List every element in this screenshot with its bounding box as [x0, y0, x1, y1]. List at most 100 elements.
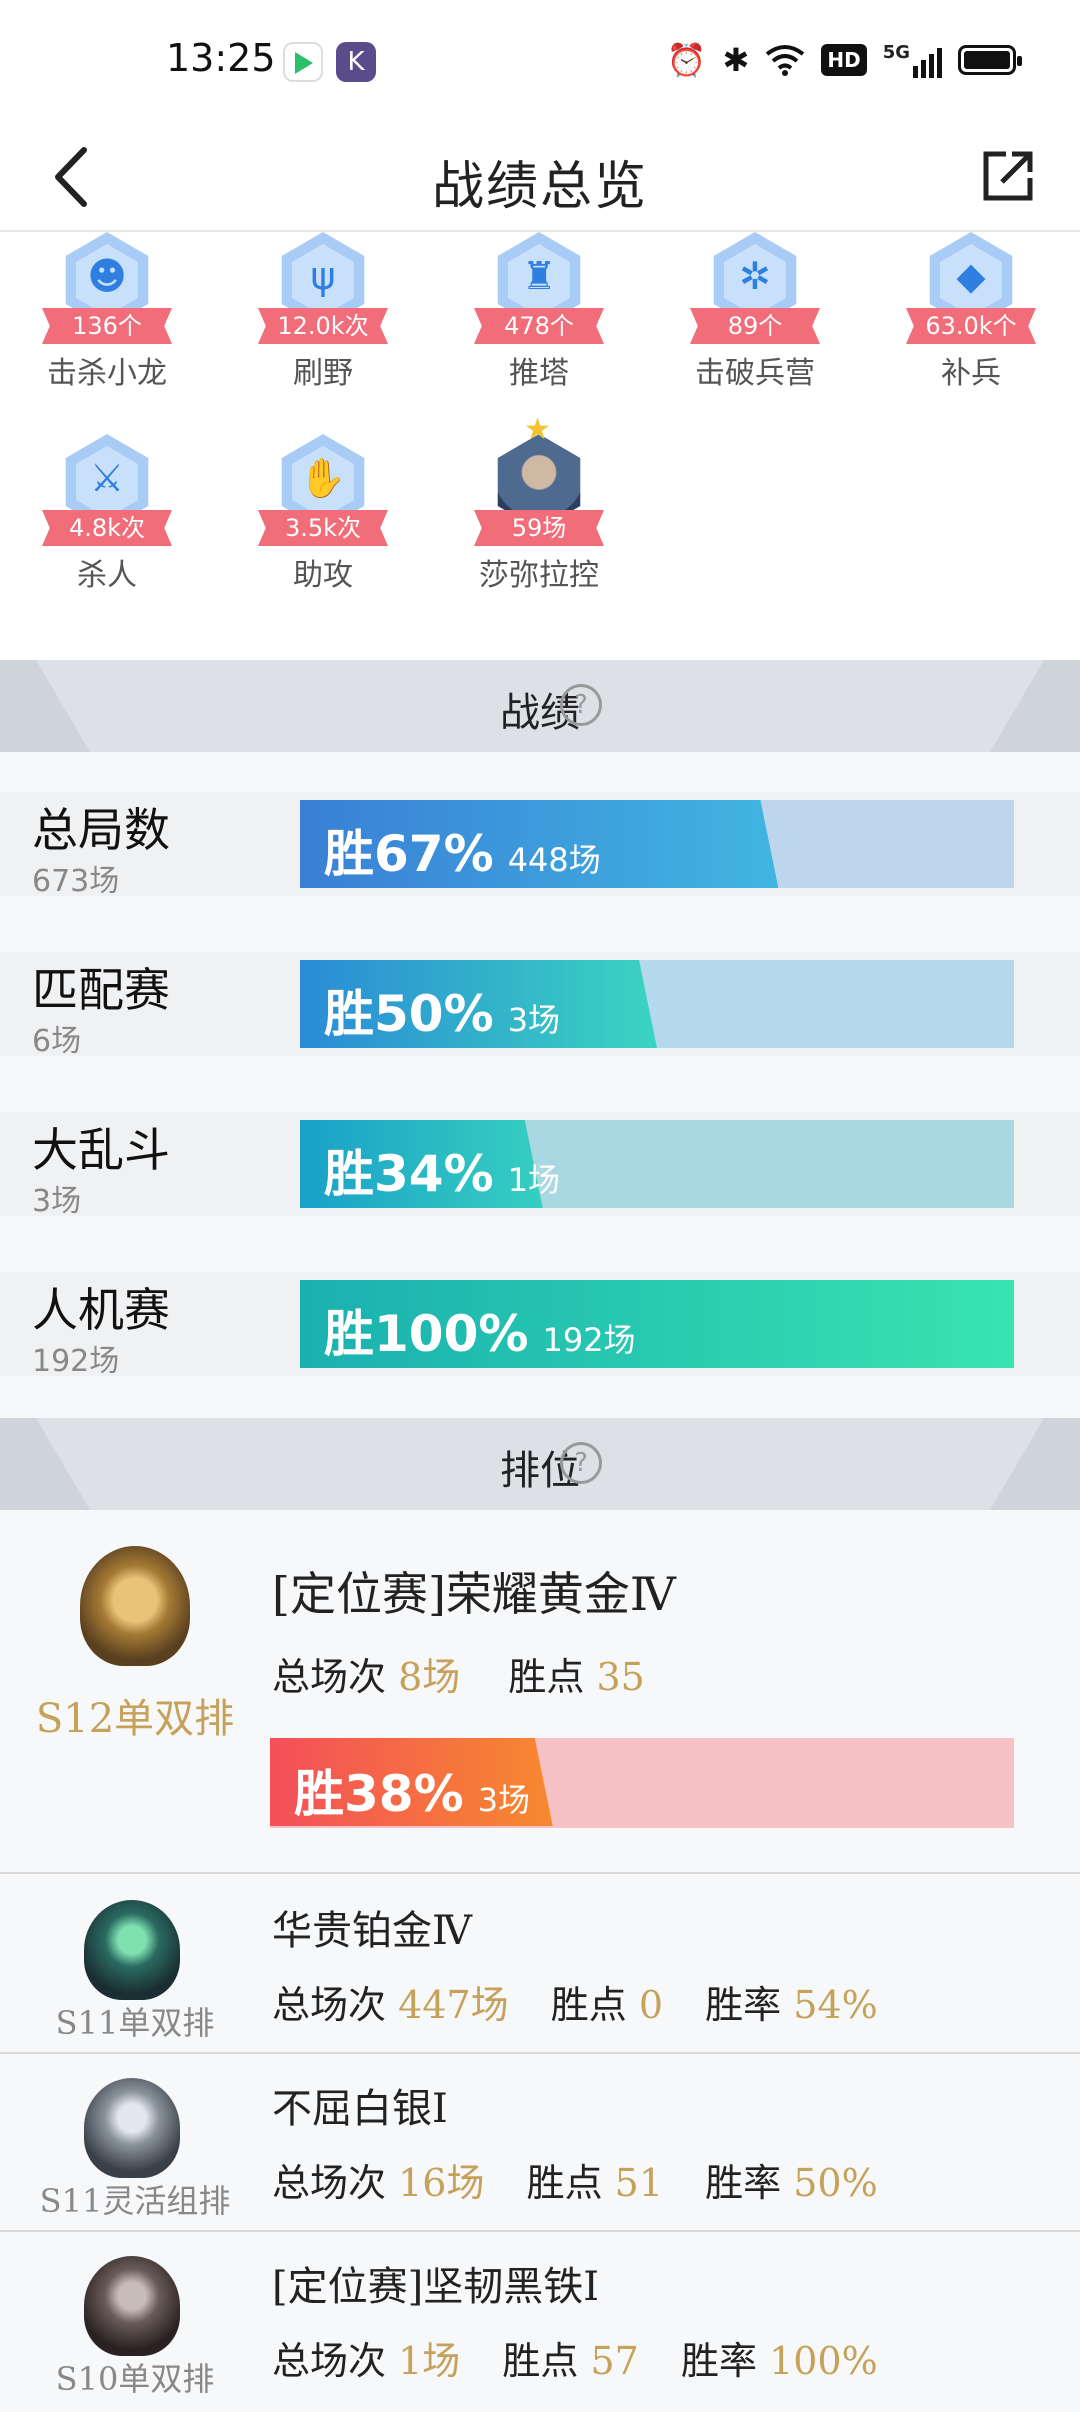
section-title: 排位: [500, 1448, 580, 1494]
rank-stats: 总场次 16场 胜点 51 胜率 50%: [272, 2161, 878, 2205]
assist-icon: ✋: [299, 456, 347, 500]
ranked-history-row[interactable]: S11单双排 华贵铂金Ⅳ 总场次 447场 胜点 0 胜率 54%: [0, 1876, 1080, 2054]
video-app-icon: [283, 42, 323, 82]
stat-value: 4.8k次: [42, 510, 172, 546]
win-rate-bar: 胜50% 3场: [300, 960, 1014, 1048]
rank-stats: 总场次 447场 胜点 0 胜率 54%: [272, 1983, 878, 2027]
stat-dragon-kills: ☻ 136个 击杀小龙: [12, 232, 202, 392]
season-label: S12单双排: [35, 1696, 235, 1742]
win-percent: 胜38%: [294, 1765, 464, 1823]
season-label: S11单双排: [55, 2004, 215, 2042]
page-title: 战绩总览: [431, 157, 648, 217]
gold-rank-emblem-icon: [80, 1546, 190, 1666]
record-count: 6场: [32, 1024, 82, 1059]
record-count: 3场: [32, 1184, 82, 1219]
iron-rank-emblem-icon: [84, 2256, 180, 2356]
ranked-history-row[interactable]: S10单双排 [定位赛]坚韧黑铁Ⅰ 总场次 1场 胜点 57 胜率 100%: [0, 2232, 1080, 2410]
record-row-normal[interactable]: 匹配赛 6场 胜50% 3场: [0, 952, 1080, 1059]
wifi-icon: [766, 45, 805, 76]
stat-value: 3.5k次: [258, 510, 388, 546]
win-games: 192场: [542, 1321, 636, 1359]
kill-icon: ⚔: [89, 456, 125, 500]
record-row-bot[interactable]: 人机赛 192场 胜100% 192场: [0, 1272, 1080, 1379]
hd-icon: HD: [821, 44, 867, 76]
help-icon[interactable]: ?: [560, 684, 602, 726]
status-indicators: ⏰ ✱ HD 5G: [666, 38, 1022, 82]
stat-value: 63.0k个: [906, 308, 1036, 344]
stat-label: 刷野: [293, 356, 353, 391]
rank-stats: 总场次 8场 胜点 35: [272, 1655, 645, 1699]
rank-title: 不屈白银Ⅰ: [272, 2086, 448, 2132]
rank-title: 华贵铂金Ⅳ: [272, 1908, 472, 1954]
stat-label: 击杀小龙: [47, 356, 167, 391]
record-section-header: 战绩 ?: [0, 660, 1080, 752]
record-name: 总局数: [32, 803, 170, 857]
record-name: 大乱斗: [32, 1123, 170, 1177]
rank-title: [定位赛]荣耀黄金Ⅳ: [272, 1567, 676, 1621]
stat-label: 推塔: [509, 356, 569, 391]
stat-label: 莎弥拉控: [479, 558, 599, 593]
alarm-icon: ⏰: [666, 41, 707, 79]
record-count: 673场: [32, 864, 120, 899]
stat-minions: ◆ 63.0k个 补兵: [876, 232, 1066, 392]
record-row-total[interactable]: 总局数 673场 胜67% 448场: [0, 792, 1080, 899]
stat-value: 59场: [474, 510, 604, 546]
stat-barracks: ✲ 89个 击破兵营: [660, 232, 850, 392]
win-rate-bar: 胜67% 448场: [300, 800, 1014, 888]
rank-stats: 总场次 1场 胜点 57 胜率 100%: [272, 2339, 878, 2383]
ranked-section-header: 排位 ?: [0, 1418, 1080, 1510]
ranked-history-row[interactable]: S11灵活组排 不屈白银Ⅰ 总场次 16场 胜点 51 胜率 50%: [0, 2054, 1080, 2232]
record-name: 匹配赛: [32, 963, 170, 1017]
silver-rank-emblem-icon: [84, 2078, 180, 2178]
stat-assists: ✋ 3.5k次 助攻: [228, 434, 418, 594]
help-icon[interactable]: ?: [560, 1442, 602, 1484]
stat-main-champion[interactable]: ★ 59场 莎弥拉控: [444, 412, 634, 594]
current-ranked-card[interactable]: S12单双排 [定位赛]荣耀黄金Ⅳ 总场次 8场 胜点 35 胜38% 3场: [0, 1510, 1080, 1874]
win-games: 3场: [507, 1001, 561, 1039]
tower-icon: ♜: [521, 254, 557, 298]
stat-value: 478个: [474, 308, 604, 344]
win-games: 448场: [507, 841, 601, 879]
star-icon: ★: [524, 412, 551, 447]
stat-label: 击破兵营: [695, 356, 815, 391]
ranked-win-rate-bar: 胜38% 3场: [270, 1738, 1014, 1828]
minion-icon: ◆: [956, 254, 986, 298]
stat-label: 杀人: [77, 558, 137, 593]
win-percent: 胜50%: [324, 985, 494, 1043]
jungle-icon: ψ: [310, 254, 336, 298]
stat-value: 136个: [42, 308, 172, 344]
season-label: S11灵活组排: [39, 2182, 231, 2220]
stat-jungle: ψ 12.0k次 刷野: [228, 232, 418, 392]
win-percent: 胜67%: [324, 825, 494, 883]
barracks-icon: ✲: [739, 254, 771, 298]
win-rate-bar: 胜34% 1场: [300, 1120, 1014, 1208]
win-games: 1场: [507, 1161, 561, 1199]
stat-label: 补兵: [941, 356, 1001, 391]
record-count: 192场: [32, 1344, 120, 1379]
win-percent: 胜100%: [324, 1305, 529, 1363]
status-time: 13:25: [166, 36, 276, 80]
k-app-icon: K: [336, 42, 376, 82]
stat-value: 89个: [690, 308, 820, 344]
season-label: S10单双排: [55, 2360, 215, 2398]
share-icon[interactable]: [976, 140, 1036, 210]
win-percent: 胜34%: [324, 1145, 494, 1203]
stat-kills: ⚔ 4.8k次 杀人: [12, 434, 202, 594]
status-bar: 13:25 K ⏰ ✱ HD 5G: [0, 0, 1080, 120]
top-nav-bar: 战绩总览: [0, 120, 1080, 232]
bluetooth-icon: ✱: [722, 41, 750, 79]
record-name: 人机赛: [32, 1283, 170, 1337]
section-title: 战绩: [500, 690, 580, 736]
dragon-icon: ☻: [87, 254, 127, 298]
battery-icon: [958, 45, 1022, 75]
stat-value: 12.0k次: [258, 308, 388, 344]
record-row-aram[interactable]: 大乱斗 3场 胜34% 1场: [0, 1112, 1080, 1219]
stats-grid: ☻ 136个 击杀小龙 ψ 12.0k次 刷野 ♜ 478个 推塔 ✲ 89个 …: [0, 232, 1080, 660]
stat-label: 助攻: [293, 558, 353, 593]
5g-signal-icon: 5G: [883, 42, 942, 78]
stat-towers: ♜ 478个 推塔: [444, 232, 634, 392]
rank-title: [定位赛]坚韧黑铁Ⅰ: [272, 2264, 600, 2310]
win-rate-bar: 胜100% 192场: [300, 1280, 1014, 1368]
platinum-rank-emblem-icon: [84, 1900, 180, 2000]
win-games: 3场: [477, 1781, 531, 1819]
